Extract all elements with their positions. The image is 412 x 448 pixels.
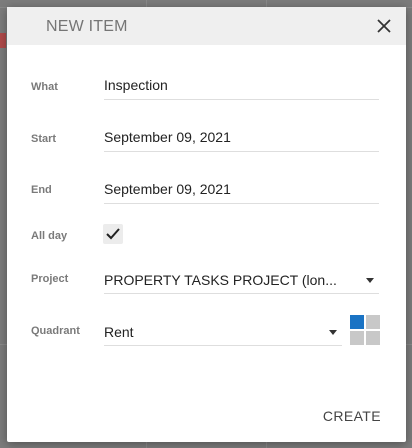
project-label: Project	[31, 273, 69, 285]
quadrant-top-left[interactable]	[350, 315, 364, 329]
checkmark-icon	[106, 228, 120, 240]
close-icon	[377, 19, 391, 33]
what-input[interactable]	[104, 73, 379, 97]
what-field[interactable]	[104, 73, 379, 100]
quadrant-bottom-right[interactable]	[366, 331, 380, 345]
quadrant-picker[interactable]	[350, 315, 380, 345]
quadrant-top-right[interactable]	[366, 315, 380, 329]
create-button[interactable]: CREATE	[323, 408, 381, 424]
project-select-value: PROPERTY TASKS PROJECT (lon...	[104, 272, 337, 288]
start-label: Start	[31, 133, 57, 145]
all-day-checkbox[interactable]	[103, 224, 123, 244]
start-date-input[interactable]	[104, 125, 379, 149]
close-button[interactable]	[376, 18, 392, 34]
dropdown-arrow-icon	[329, 330, 337, 335]
project-select[interactable]: PROPERTY TASKS PROJECT (lon...	[104, 267, 379, 294]
quadrant-bottom-left[interactable]	[350, 331, 364, 345]
quadrant-label: Quadrant	[31, 325, 80, 337]
end-date-input[interactable]	[104, 177, 379, 201]
dialog-title: NEW ITEM	[46, 18, 128, 35]
all-day-label: All day	[31, 230, 68, 242]
quadrant-select-value: Rent	[104, 324, 134, 340]
background-event-marker	[0, 33, 6, 48]
start-date-field[interactable]	[104, 125, 379, 152]
dialog-header: NEW ITEM	[7, 7, 406, 45]
end-date-field[interactable]	[104, 177, 379, 204]
dropdown-arrow-icon	[366, 278, 374, 283]
new-item-dialog: NEW ITEM What Start End All day Project …	[7, 7, 406, 442]
what-label: What	[31, 81, 58, 93]
end-label: End	[31, 184, 52, 196]
quadrant-select[interactable]: Rent	[104, 319, 342, 346]
